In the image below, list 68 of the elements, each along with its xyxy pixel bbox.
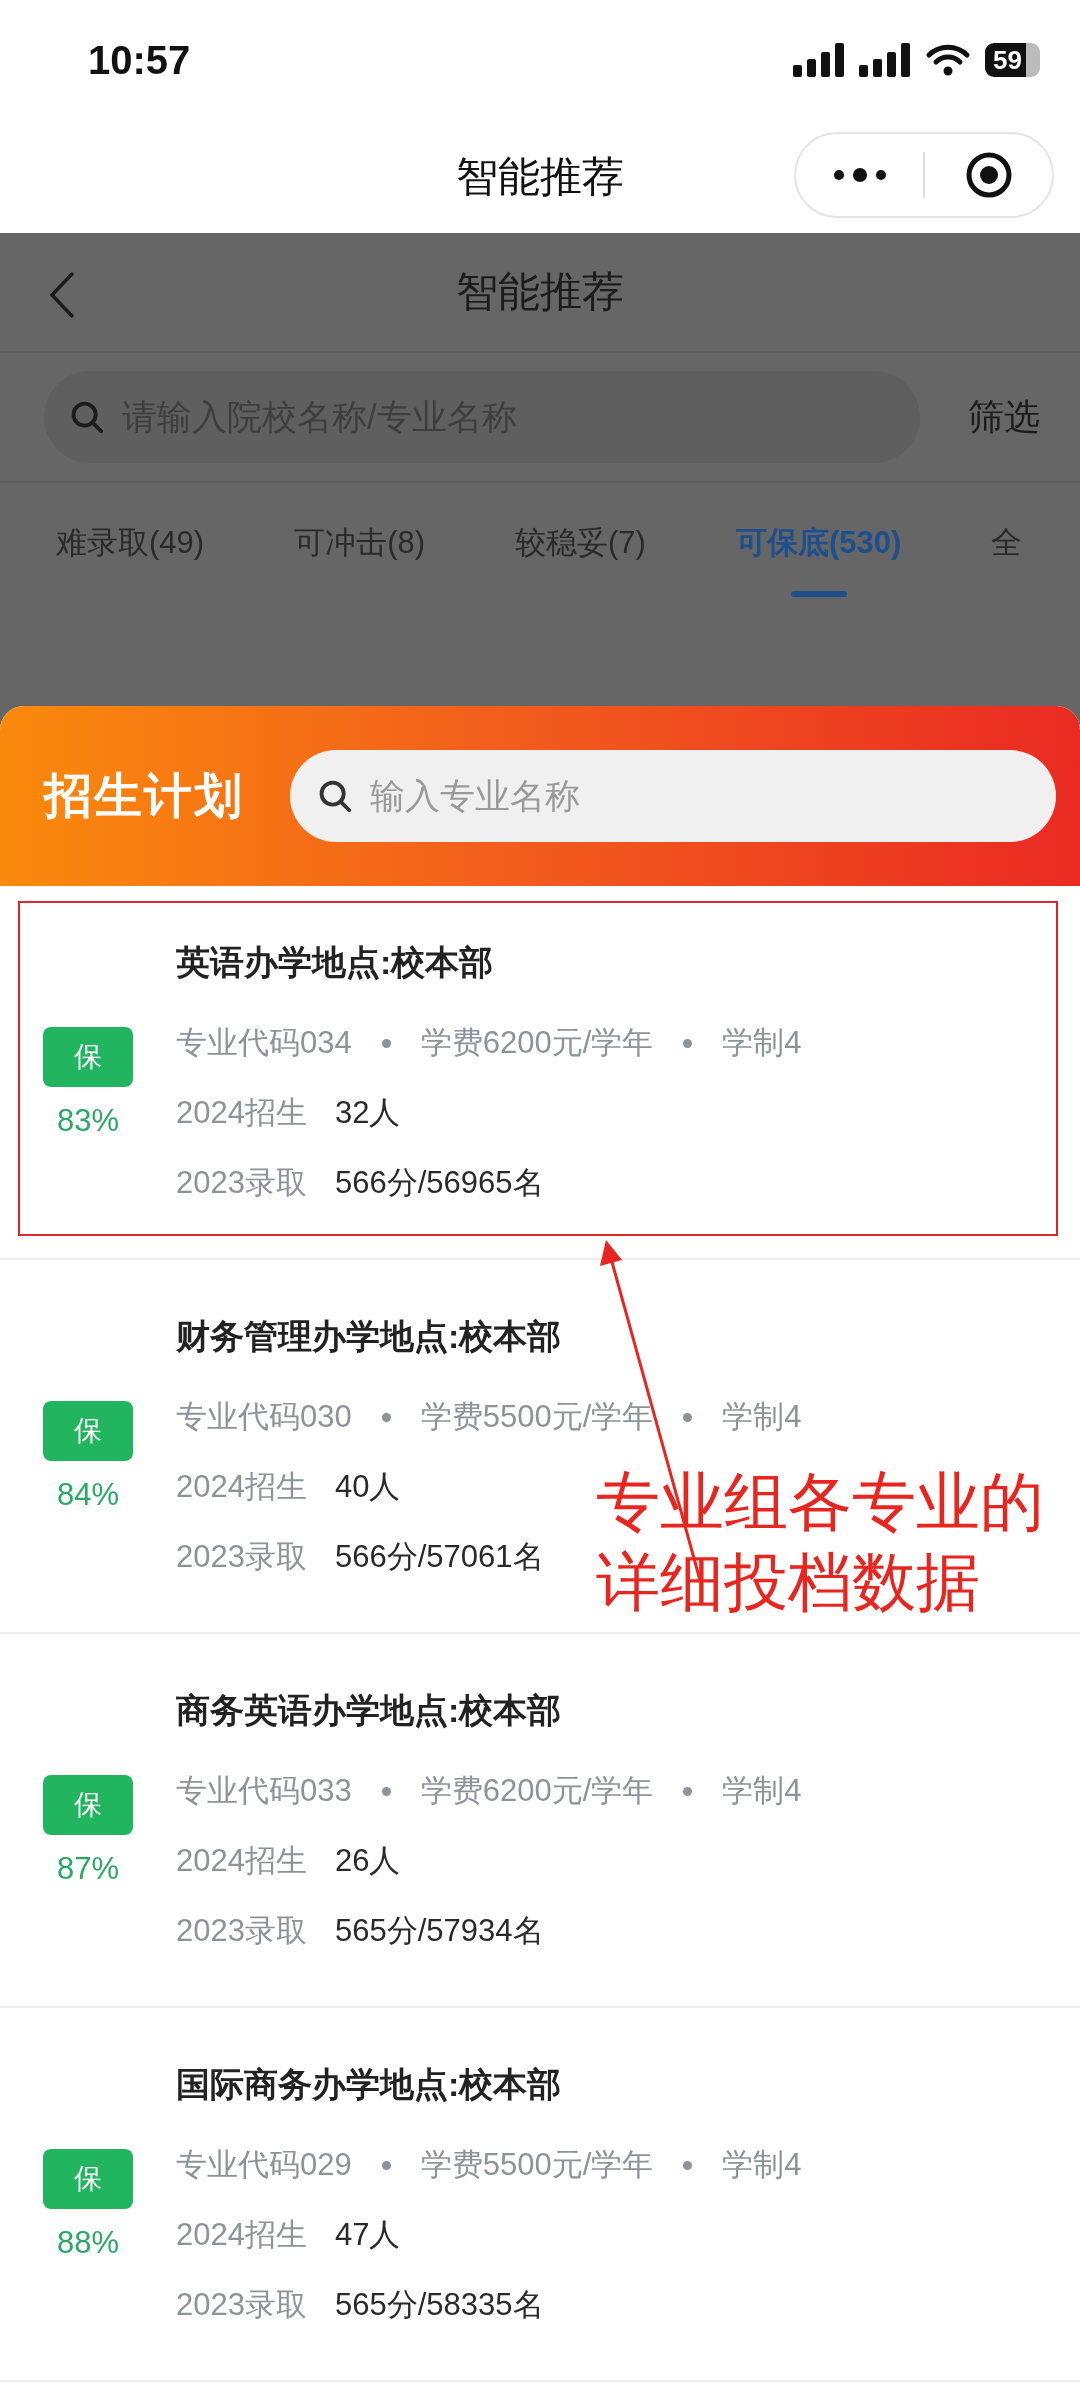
study-years: 学制4 [722,1024,802,1062]
filter-tab[interactable]: 可保底(530) [735,483,902,603]
admission-score: 565分/57934名 [334,1912,544,1950]
major-code: 专业代码034 [176,1024,352,1062]
tuition-fee: 学费6200元/学年 [420,1772,654,1810]
admission-chance: 83% [56,1103,119,1139]
study-years: 学制4 [722,1398,802,1436]
tuition-fee: 学费6200元/学年 [420,1024,654,1062]
filter-tab[interactable]: 全 [991,483,1023,603]
major-code: 专业代码029 [176,2146,352,2184]
filter-button[interactable]: 筛选 [968,392,1040,442]
admission-chance: 84% [56,1477,119,1513]
tuition-fee: 学费5500元/学年 [420,2146,654,2184]
admission-label: 2023录取 [176,1912,307,1950]
page-title: 智能推荐 [456,267,624,317]
admission-score: 566分/56965名 [334,1164,544,1202]
safety-badge: 保 [43,1775,133,1835]
admission-label: 2023录取 [176,1164,307,1202]
separator-dot [683,2160,693,2170]
admission-score: 566分/57061名 [334,1538,544,1576]
search-input[interactable]: 输入专业名称 [368,775,1030,817]
safety-badge: 保 [43,1401,133,1461]
admission-chance: 88% [56,2225,119,2261]
wifi-icon [925,43,972,77]
more-icon [832,167,887,183]
separator-dot [381,1786,391,1796]
safety-badge: 保 [43,1027,133,1087]
separator-dot [683,1786,693,1796]
enrolment-count: 32人 [334,1094,401,1132]
major-name: 商务英语办学地点:校本部 [176,1690,563,1731]
safety-badge: 保 [43,2149,133,2209]
enrolment-label: 2024招生 [176,1468,307,1506]
clock-time: 10:57 [88,37,191,83]
enrolment-count: 26人 [334,1842,401,1880]
signal-icon [793,43,846,77]
separator-dot [683,1038,693,1048]
filter-tab[interactable]: 可冲击(8) [294,483,426,603]
battery-icon [1026,43,1040,77]
study-years: 学制4 [722,2146,802,2184]
tuition-fee: 学费5500元/学年 [420,1398,654,1436]
back-button[interactable] [48,271,76,319]
enrolment-count: 47人 [334,2216,401,2254]
search-field[interactable]: 输入专业名称 [290,750,1056,842]
admission-label: 2023录取 [176,1538,307,1576]
major-code: 专业代码030 [176,1398,352,1436]
enrolment-label: 2024招生 [176,1094,307,1132]
separator-dot [381,1412,391,1422]
separator-dot [683,1412,693,1422]
sheet-title: 招生计划 [44,768,244,824]
enrolment-count: 40人 [334,1468,401,1506]
admission-label: 2023录取 [176,2286,307,2324]
admission-score: 565分/58335名 [334,2286,544,2324]
major-code: 专业代码033 [176,1772,352,1810]
separator-dot [381,2160,391,2170]
filter-tab[interactable]: 较稳妥(7) [515,483,646,603]
enrolment-label: 2024招生 [176,1842,307,1880]
separator-dot [381,1038,391,1048]
page-title: 智能推荐 [456,151,624,202]
battery-level: 59 [985,43,1026,77]
major-name: 财务管理办学地点:校本部 [176,1316,563,1357]
signal-icon [859,43,912,77]
enrolment-label: 2024招生 [176,2216,307,2254]
study-years: 学制4 [722,1772,802,1810]
major-name: 英语办学地点:校本部 [176,942,495,983]
major-name: 国际商务办学地点:校本部 [176,2064,563,2105]
filter-tab[interactable]: 难录取(49) [56,483,205,603]
admission-chance: 87% [56,1851,119,1887]
target-icon [964,151,1013,199]
